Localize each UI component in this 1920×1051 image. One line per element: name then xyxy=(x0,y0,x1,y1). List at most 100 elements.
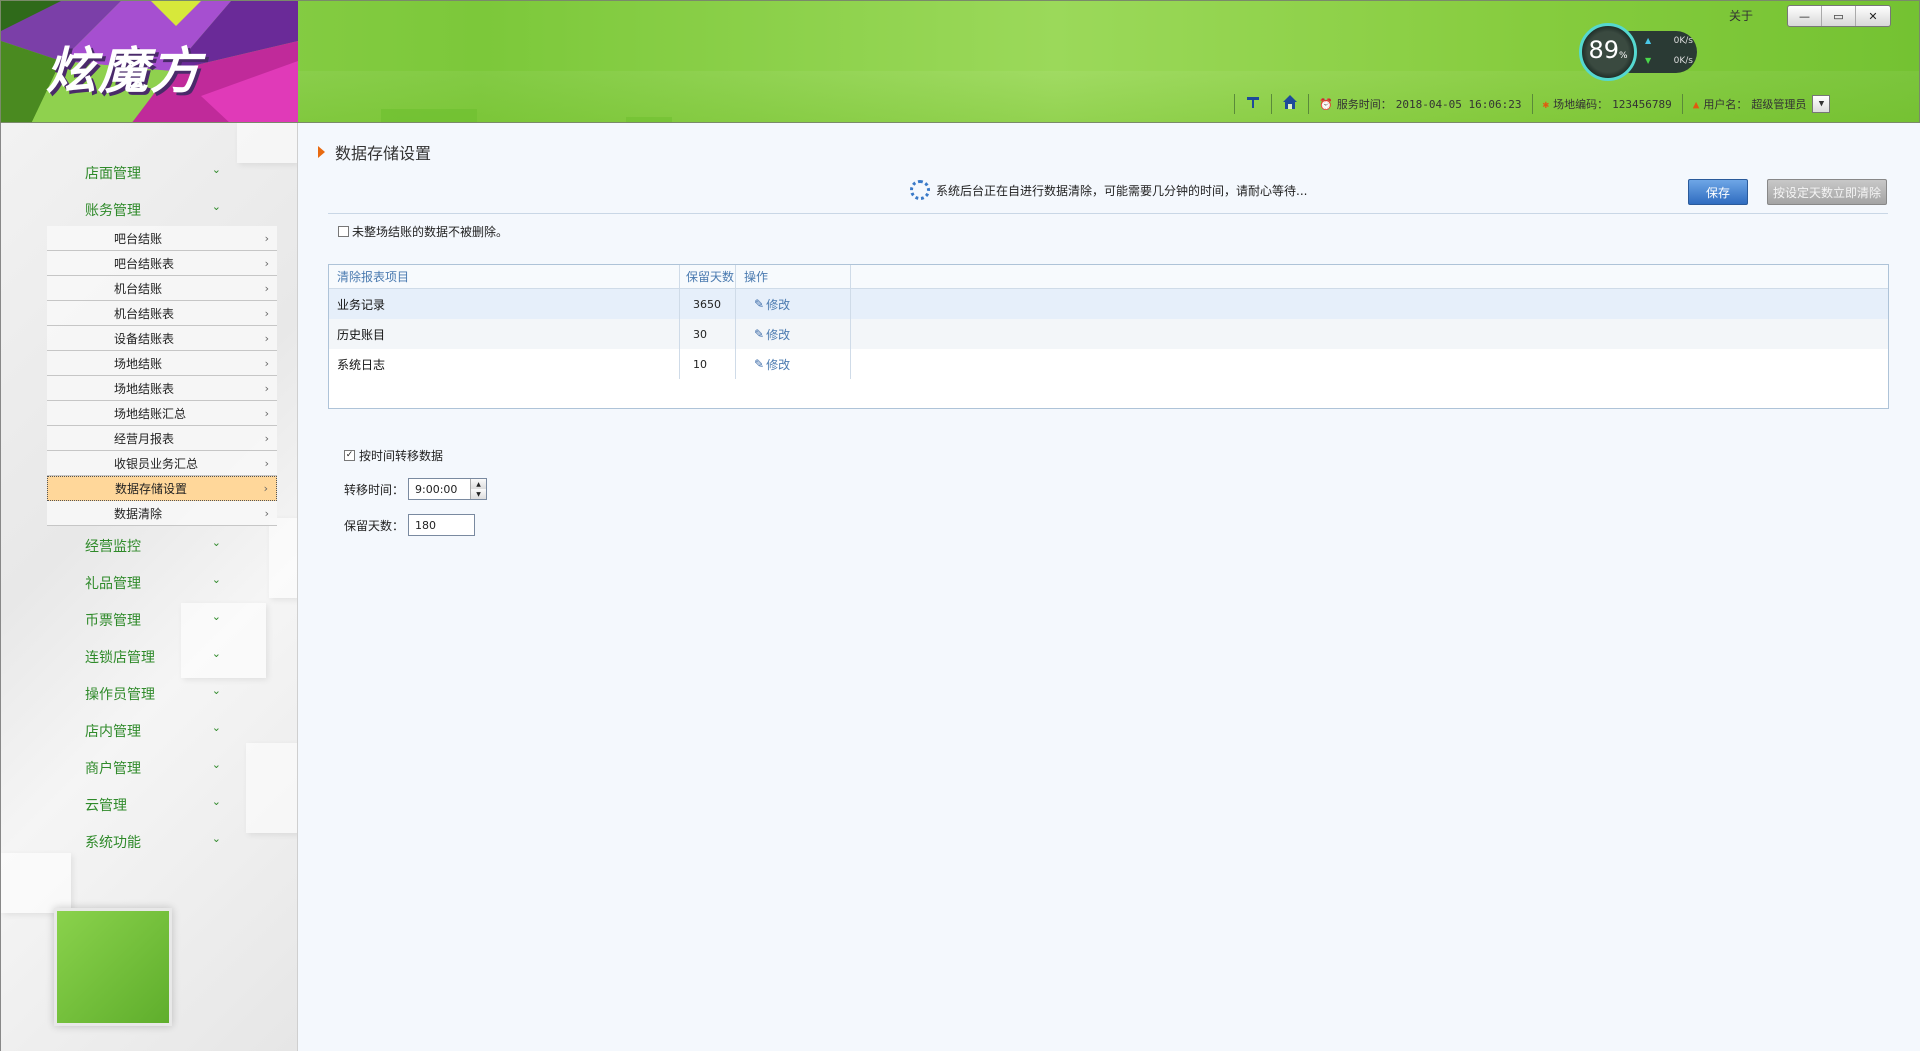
venue-code-value: 123456789 xyxy=(1612,97,1672,111)
close-button[interactable]: ✕ xyxy=(1856,6,1890,26)
chevron-down-icon: ⌄ xyxy=(211,721,221,734)
row-action: ✎ 修改 xyxy=(736,349,851,379)
keep-days-row: 保留天数： 180 xyxy=(344,514,476,536)
nav-group-label: 店面管理 xyxy=(85,166,141,182)
sidebar-decoration xyxy=(237,123,297,163)
chevron-right-icon: › xyxy=(264,331,269,345)
save-button[interactable]: 保存 xyxy=(1688,179,1748,205)
sidebar-item-bar-checkout-report[interactable]: 吧台结账表 › xyxy=(47,251,277,276)
nav-group-label: 币票管理 xyxy=(85,613,141,629)
keep-unsettled-option[interactable]: 未整场结账的数据不被删除。 xyxy=(338,223,508,240)
speed-percent: 89% xyxy=(1579,36,1637,64)
username-value: 超级管理员 xyxy=(1751,98,1807,111)
keep-days-input[interactable]: 180 xyxy=(408,514,476,536)
sidebar-item-venue-checkout-summary[interactable]: 场地结账汇总 › xyxy=(47,401,277,426)
chevron-down-icon: ⌄ xyxy=(211,832,221,845)
venue-code-label: 场地编码： xyxy=(1553,98,1609,111)
column-header-days[interactable]: 保留天数 xyxy=(680,265,736,288)
nav-group-gifts[interactable]: 礼品管理 ⌄ xyxy=(85,573,221,593)
download-speed: 0K/s xyxy=(1673,56,1693,66)
sidebar-item-data-storage-settings[interactable]: 数据存储设置 › xyxy=(47,476,277,501)
chevron-down-icon: ⌄ xyxy=(211,795,221,808)
pencil-icon: ✎ xyxy=(754,327,765,341)
sidebar-item-label: 场地结账汇总 xyxy=(114,406,187,421)
about-link[interactable]: 关于 xyxy=(1729,7,1753,24)
nav-group-in-store[interactable]: 店内管理 ⌄ xyxy=(85,721,221,741)
nav-group-monitoring[interactable]: 经营监控 ⌄ xyxy=(85,536,221,556)
network-speed-widget: 89% ▲ 0K/s ▼ 0K/s xyxy=(1579,23,1701,81)
sidebar-item-cashier-summary[interactable]: 收银员业务汇总 › xyxy=(47,451,277,476)
server-time-value: 2018-04-05 16:06:23 xyxy=(1395,97,1522,111)
sidebar-item-machine-checkout-report[interactable]: 机台结账表 › xyxy=(47,301,277,326)
chevron-down-icon: ⌄ xyxy=(211,647,221,660)
row-days: 10 xyxy=(680,349,736,379)
edit-link[interactable]: ✎ 修改 xyxy=(744,356,790,373)
chevron-right-icon: › xyxy=(264,281,269,295)
pin-icon[interactable] xyxy=(1245,94,1261,114)
nav-group-label: 系统功能 xyxy=(85,835,141,851)
nav-group-tokens[interactable]: 币票管理 ⌄ xyxy=(85,610,221,630)
column-header-action[interactable]: 操作 xyxy=(736,265,851,288)
row-action: ✎ 修改 xyxy=(736,319,851,349)
nav-group-label: 操作员管理 xyxy=(85,687,155,703)
transfer-by-time-checkbox[interactable]: ✓ xyxy=(344,450,355,461)
sidebar-item-venue-checkout[interactable]: 场地结账 › xyxy=(47,351,277,376)
sidebar-item-label: 机台结账表 xyxy=(114,306,175,321)
logo-text: 炫魔方 xyxy=(46,41,202,100)
transfer-by-time-option[interactable]: ✓ 按时间转移数据 xyxy=(344,447,443,464)
nav-group-operators[interactable]: 操作员管理 ⌄ xyxy=(85,684,221,704)
transfer-time-input[interactable]: 9:00:00 ▲ ▼ xyxy=(408,478,488,500)
restore-button[interactable]: ▭ xyxy=(1822,6,1856,26)
row-days: 3650 xyxy=(680,289,736,319)
nav-group-label: 商户管理 xyxy=(85,761,141,777)
edit-link[interactable]: ✎ 修改 xyxy=(744,326,790,343)
table-row[interactable]: 业务记录 3650 ✎ 修改 xyxy=(329,289,1888,319)
table-row[interactable]: 系统日志 10 ✎ 修改 xyxy=(329,349,1888,379)
nav-group-label: 礼品管理 xyxy=(85,576,141,592)
nav-group-cloud[interactable]: 云管理 ⌄ xyxy=(85,795,221,815)
nav-group-store[interactable]: 店面管理 ⌄ xyxy=(85,163,221,183)
busy-indicator: 系统后台正在自进行数据清除，可能需要几分钟的时间，请耐心等待... xyxy=(910,180,1307,200)
page-title: 数据存储设置 xyxy=(318,140,431,164)
sidebar-decoration xyxy=(1,853,71,913)
server-time: ⏰ 服务时间： 2018-04-05 16:06:23 xyxy=(1319,96,1522,112)
nav-group-merchants[interactable]: 商户管理 ⌄ xyxy=(85,758,221,778)
row-item: 历史账目 xyxy=(329,319,680,349)
chevron-right-icon: › xyxy=(264,431,269,445)
edit-link[interactable]: ✎ 修改 xyxy=(744,296,790,313)
pencil-icon: ✎ xyxy=(754,357,765,371)
sidebar-item-bar-checkout[interactable]: 吧台结账 › xyxy=(47,226,277,251)
row-spacer xyxy=(851,319,1888,349)
transfer-time-label: 转移时间： xyxy=(344,482,405,497)
edit-label: 修改 xyxy=(766,297,791,312)
sidebar-item-monthly-report[interactable]: 经营月报表 › xyxy=(47,426,277,451)
user-dropdown-button[interactable]: ▼ xyxy=(1812,95,1831,113)
chevron-right-icon: › xyxy=(264,356,269,370)
edit-label: 修改 xyxy=(766,327,791,342)
home-icon[interactable] xyxy=(1282,94,1298,114)
nav-group-system[interactable]: 系统功能 ⌄ xyxy=(85,832,221,852)
sidebar-item-label: 吧台结账 xyxy=(114,231,163,246)
title-marker-icon xyxy=(318,146,325,158)
nav-group-chain-stores[interactable]: 连锁店管理 ⌄ xyxy=(85,647,221,667)
sidebar-item-machine-checkout[interactable]: 机台结账 › xyxy=(47,276,277,301)
pencil-icon: ✎ xyxy=(754,297,765,311)
sidebar-item-data-clear[interactable]: 数据清除 › xyxy=(47,501,277,526)
divider xyxy=(1308,94,1309,114)
nav-group-accounts[interactable]: 账务管理 ⌄ xyxy=(85,200,221,220)
keep-unsettled-checkbox[interactable] xyxy=(338,226,349,237)
sidebar-item-device-checkout-report[interactable]: 设备结账表 › xyxy=(47,326,277,351)
header-decoration xyxy=(381,109,477,122)
sidebar-item-label: 吧台结账表 xyxy=(114,256,175,271)
spin-up-button[interactable]: ▲ xyxy=(471,479,487,489)
minimize-button[interactable]: — xyxy=(1788,6,1822,26)
nav-group-label: 云管理 xyxy=(85,798,127,814)
spin-down-button[interactable]: ▼ xyxy=(471,489,487,499)
sidebar-item-venue-checkout-report[interactable]: 场地结账表 › xyxy=(47,376,277,401)
transfer-time-value: 9:00:00 xyxy=(415,482,458,496)
row-action: ✎ 修改 xyxy=(736,289,851,319)
table-row[interactable]: 历史账目 30 ✎ 修改 xyxy=(329,319,1888,349)
column-header-item[interactable]: 清除报表项目 xyxy=(329,265,680,288)
user-icon: ▲ xyxy=(1692,97,1700,111)
clear-now-button[interactable]: 按设定天数立即清除 xyxy=(1767,179,1887,205)
